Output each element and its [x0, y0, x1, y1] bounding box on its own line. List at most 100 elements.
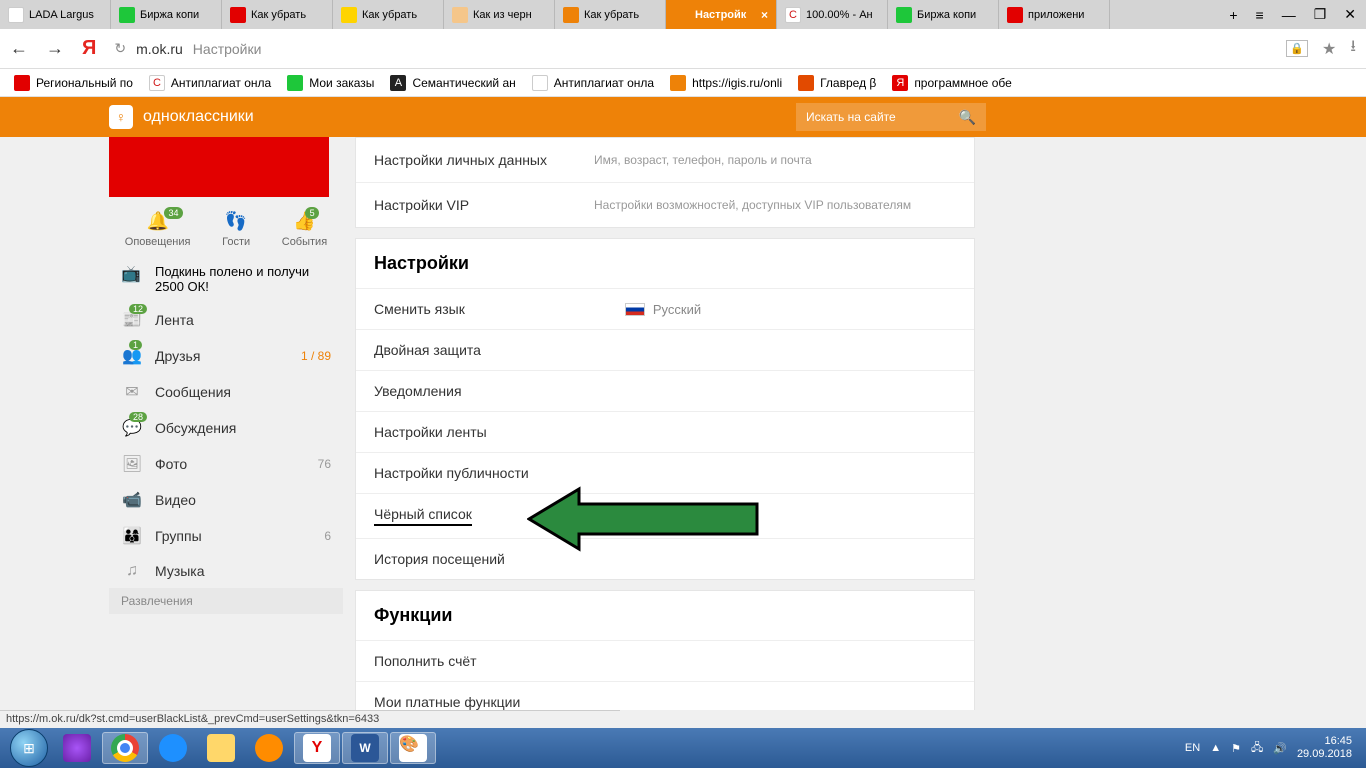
tray-network-icon[interactable]: 🖧 — [1251, 739, 1263, 758]
tab-8[interactable]: Биржа копи — [888, 0, 999, 29]
setting-privacy[interactable]: Настройки публичности — [356, 453, 974, 494]
address-bar[interactable]: ↻ m.ok.ru Настройки — [114, 40, 1268, 57]
bookmark-7[interactable]: Япрограммное обе — [886, 72, 1017, 94]
stat-notifications[interactable]: 🔔34Оповещения — [125, 211, 191, 248]
tab-9[interactable]: приложени — [999, 0, 1110, 29]
menu-button[interactable]: ≡ — [1256, 7, 1264, 23]
function-paid[interactable]: Мои платные функции — [356, 682, 974, 710]
download-icon[interactable]: ⭳ — [1350, 35, 1356, 62]
start-button[interactable]: ⊞ — [6, 732, 52, 764]
sidebar-promo[interactable]: 📺Подкинь полено и получи 2500 ОК! — [109, 256, 343, 302]
footsteps-icon: 👣 — [222, 211, 250, 232]
close-icon[interactable]: × — [761, 8, 768, 22]
tab-0[interactable]: LADA Largus — [0, 0, 111, 29]
tray-lang[interactable]: EN — [1185, 742, 1200, 754]
media-icon — [255, 734, 283, 762]
profile-block[interactable] — [109, 137, 329, 197]
card-settings: Настройки Сменить языкРусский Двойная за… — [355, 238, 975, 580]
row-vip[interactable]: Настройки VIPНастройки возможностей, дос… — [356, 183, 974, 227]
row-desc: Настройки возможностей, доступных VIP по… — [594, 198, 911, 212]
sidebar-item-label: Фото — [155, 456, 187, 472]
sidebar-item-video[interactable]: 📹Видео — [109, 482, 343, 518]
tab-2[interactable]: Как убрать — [222, 0, 333, 29]
back-button[interactable]: ← — [10, 38, 28, 59]
tab-1[interactable]: Биржа копи — [111, 0, 222, 29]
setting-label: Мои платные функции — [374, 694, 520, 710]
tray-volume-icon[interactable]: 🔊 — [1273, 742, 1287, 755]
sidebar-item-label: Группы — [155, 528, 202, 544]
yandex-logo[interactable]: Я — [82, 37, 96, 60]
taskbar-chrome[interactable] — [102, 732, 148, 764]
sidebar-item-feed[interactable]: 📰12Лента — [109, 302, 343, 338]
row-personal-data[interactable]: Настройки личных данныхИмя, возраст, тел… — [356, 138, 974, 183]
search-icon[interactable]: 🔍 — [959, 109, 976, 126]
ok-mark-icon: ♀ — [109, 105, 133, 129]
new-tab-button[interactable]: + — [1229, 7, 1237, 23]
setting-history[interactable]: История посещений — [356, 539, 974, 579]
taskbar-cortana[interactable] — [54, 732, 100, 764]
bookmark-6[interactable]: Главред β — [792, 72, 882, 94]
setting-language[interactable]: Сменить языкРусский — [356, 289, 974, 330]
taskbar-yandex[interactable]: Y — [294, 732, 340, 764]
tab-label: Настройк — [695, 9, 746, 21]
bookmark-3[interactable]: AСемантический ан — [384, 72, 521, 94]
bookmark-0[interactable]: Региональный по — [8, 72, 139, 94]
ok-search-box[interactable]: Искать на сайте 🔍 — [796, 103, 986, 131]
function-topup[interactable]: Пополнить счёт — [356, 641, 974, 682]
minimize-button[interactable]: — — [1282, 7, 1296, 23]
sidebar-item-discussions[interactable]: 💬28Обсуждения — [109, 410, 343, 446]
setting-feed[interactable]: Настройки ленты — [356, 412, 974, 453]
sidebar-item-label: Обсуждения — [155, 420, 236, 436]
row-label: Настройки VIP — [374, 197, 594, 213]
ok-content: Настройки личных данныхИмя, возраст, тел… — [355, 137, 975, 710]
sidebar-item-photos[interactable]: 🖼Фото76 — [109, 446, 343, 482]
url-domain: m.ok.ru — [136, 41, 183, 57]
star-icon[interactable]: ★ — [1322, 39, 1336, 59]
flag-icon — [625, 303, 645, 316]
setting-label: Настройки ленты — [374, 424, 487, 440]
stat-events[interactable]: 👍5События — [282, 211, 327, 248]
sidebar-item-groups[interactable]: 👨‍👩‍👦Группы6 — [109, 518, 343, 554]
music-icon: ♫ — [121, 562, 143, 580]
bookmark-label: Региональный по — [36, 76, 133, 90]
tray-up-icon[interactable]: ▲ — [1210, 742, 1221, 754]
url-path: Настройки — [193, 41, 262, 57]
setting-label: Уведомления — [374, 383, 462, 399]
taskbar-media[interactable] — [246, 732, 292, 764]
maximize-button[interactable]: ❐ — [1314, 6, 1327, 23]
taskbar-paint[interactable]: 🎨 — [390, 732, 436, 764]
ok-header: ♀ одноклассники Искать на сайте 🔍 — [0, 97, 1366, 137]
bookmark-1[interactable]: CАнтиплагиат онла — [143, 72, 277, 94]
stat-row: 🔔34Оповещения 👣Гости 👍5События — [109, 197, 343, 256]
stat-label: Оповещения — [125, 236, 191, 248]
sidebar-item-messages[interactable]: ✉Сообщения — [109, 374, 343, 410]
taskbar-word[interactable]: W — [342, 732, 388, 764]
tab-3[interactable]: Как убрать — [333, 0, 444, 29]
taskbar-explorer[interactable] — [198, 732, 244, 764]
tray-flag-icon[interactable]: ⚑ — [1231, 742, 1241, 755]
setting-notifications[interactable]: Уведомления — [356, 371, 974, 412]
tab-7[interactable]: C100.00% - Ан — [777, 0, 888, 29]
tray-clock[interactable]: 16:45 29.09.2018 — [1297, 735, 1352, 761]
bookmark-5[interactable]: https://igis.ru/onli — [664, 72, 788, 94]
bookmark-4[interactable]: Антиплагиат онла — [526, 72, 660, 94]
bookmark-2[interactable]: Мои заказы — [281, 72, 380, 94]
lang-name: Русский — [653, 302, 701, 317]
sidebar-item-friends[interactable]: 👥1Друзья1 / 89 — [109, 338, 343, 374]
taskbar-ie[interactable] — [150, 732, 196, 764]
ok-brand-label: одноклассники — [143, 108, 254, 126]
bookmark-label: Мои заказы — [309, 76, 374, 90]
setting-2fa[interactable]: Двойная защита — [356, 330, 974, 371]
ok-logo[interactable]: ♀ одноклассники — [109, 105, 254, 129]
close-window-button[interactable]: ✕ — [1344, 6, 1356, 23]
forward-button[interactable]: → — [46, 38, 64, 59]
lock-icon[interactable]: 🔒 — [1286, 40, 1308, 57]
tab-label: Биржа копи — [917, 9, 976, 21]
reload-icon[interactable]: ↻ — [114, 40, 126, 57]
setting-blacklist[interactable]: Чёрный список — [356, 494, 974, 539]
tab-6-active[interactable]: Настройк × — [666, 0, 777, 29]
tab-4[interactable]: Как из черн — [444, 0, 555, 29]
sidebar-item-music[interactable]: ♫Музыка — [109, 554, 343, 588]
stat-guests[interactable]: 👣Гости — [222, 211, 250, 248]
tab-5[interactable]: Как убрать — [555, 0, 666, 29]
